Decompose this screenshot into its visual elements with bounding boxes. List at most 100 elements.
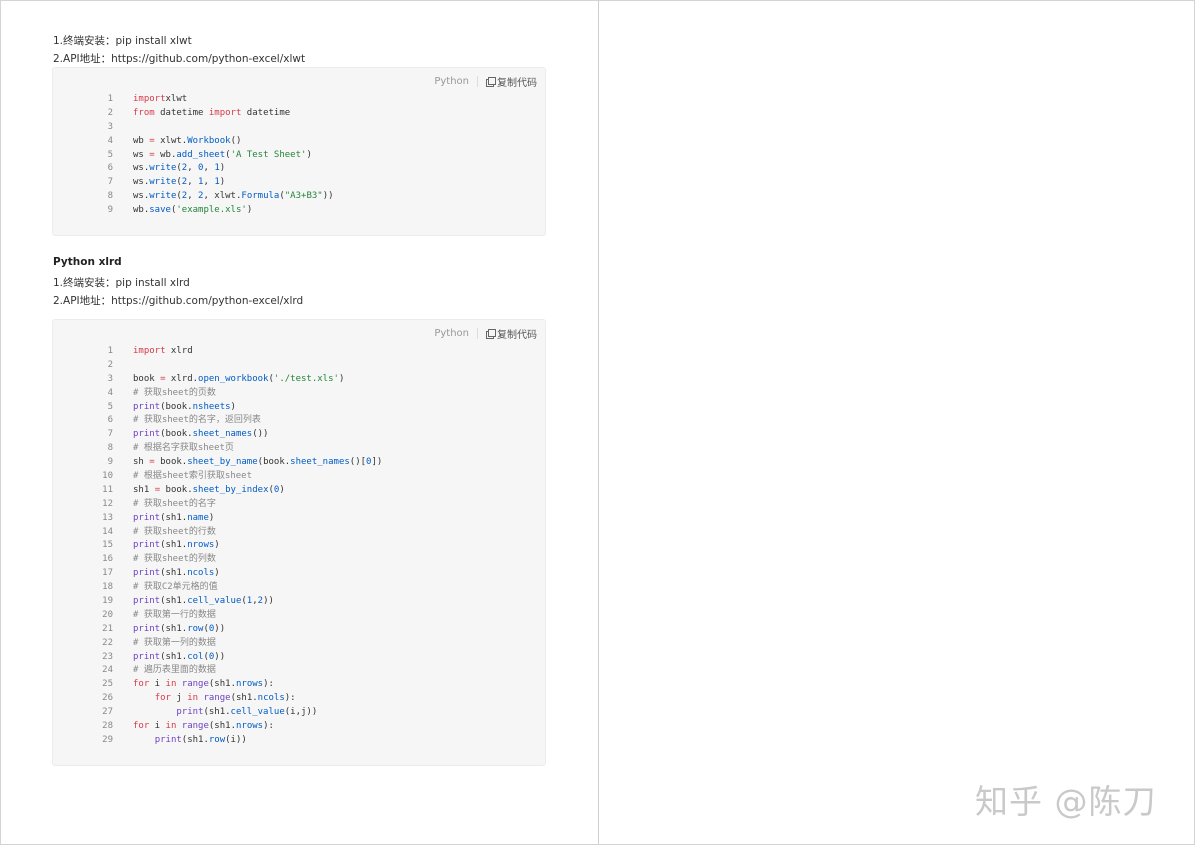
line-number: 27 [102, 707, 113, 718]
code-token: 'A Test Sheet' [230, 149, 307, 160]
code-token: ws. [133, 163, 150, 174]
code-token: (sh1. [230, 693, 258, 704]
line-number: 21 [102, 623, 113, 634]
code-token: write [149, 177, 177, 188]
line-number: 16 [102, 554, 113, 565]
xlrd-code-block: Python 复制代码 1 import xlrd 2 3 book = xlrd.op… [52, 319, 546, 766]
code-text: # 获取sheet的列数 [133, 553, 216, 567]
code-token: print [133, 651, 161, 662]
code-line: 19 print(sh1.cell_value(1,2)) [53, 595, 382, 609]
code-token: (i,j)) [284, 707, 318, 718]
code-token: nrows [187, 540, 215, 551]
xlrd-api-text: 2.API地址：https://github.com/python-excel/… [53, 295, 304, 307]
code-token: ws. [133, 177, 150, 188]
code-token: )) [322, 191, 334, 202]
code-line: 15 print(sh1.nrows) [53, 539, 382, 553]
code-token: "A3+B3" [284, 191, 323, 202]
code-token: ) [214, 540, 220, 551]
code-token: )) [214, 623, 226, 634]
xlwt-code-block: Python 复制代码 1 importxlwt 2 from datetime im… [52, 67, 546, 236]
code-token: print [133, 568, 161, 579]
code-line: 1 importxlwt [53, 93, 334, 107]
code-token: (sh1. [203, 707, 231, 718]
code-text: print(book.nsheets) [133, 401, 236, 415]
code-token: (sh1. [160, 512, 188, 523]
line-number: 13 [102, 512, 113, 523]
line-number: 6 [107, 415, 113, 426]
code-token: datetime [154, 107, 209, 118]
code-header: Python 复制代码 [434, 74, 537, 89]
code-token: from [133, 107, 155, 118]
code-token: # 遍历表里面的数据 [133, 665, 216, 676]
code-token: ncols [187, 568, 215, 579]
code-text: # 获取sheet的页数 [133, 387, 216, 401]
code-line: 17 print(sh1.ncols) [53, 567, 382, 581]
code-token: )) [214, 651, 226, 662]
code-line: 1 import xlrd [53, 345, 382, 359]
code-text: ws.write(2, 1, 1) [133, 176, 225, 190]
code-token: (sh1. [160, 651, 188, 662]
code-token: import [208, 107, 242, 118]
code-token: ()) [252, 429, 269, 440]
code-text: # 获取第一行的数据 [133, 609, 216, 623]
code-text: ws = wb.add_sheet('A Test Sheet') [133, 149, 312, 163]
code-token: ) [219, 177, 226, 188]
copy-code-button[interactable]: 复制代码 [486, 326, 537, 341]
code-token: print [133, 401, 161, 412]
code-token: (sh1. [160, 540, 188, 551]
line-number: 2 [107, 359, 113, 370]
code-line: 8 ws.write(2, 2, xlwt.Formula("A3+B3")) [53, 190, 334, 204]
code-token: book. [154, 457, 188, 468]
code-token: for [133, 721, 150, 732]
code-token: # 获取sheet的行数 [133, 526, 216, 537]
code-token: # 获取第一行的数据 [133, 609, 216, 620]
code-text: import xlrd [133, 345, 193, 359]
code-line: 8 # 根据名字获取sheet页 [53, 442, 382, 456]
code-token: () [230, 135, 242, 146]
code-token: ): [263, 679, 274, 690]
code-token: open_workbook [198, 373, 269, 384]
code-text: print(sh1.ncols) [133, 567, 220, 581]
code-line: 20 # 获取第一行的数据 [53, 609, 382, 623]
page-divider [598, 1, 599, 844]
code-token: 'example.xls' [176, 205, 247, 216]
code-token: cell_value [230, 707, 285, 718]
copy-code-button[interactable]: 复制代码 [486, 74, 537, 89]
code-token: ) [214, 568, 220, 579]
code-token: in [165, 679, 177, 690]
code-line: 22 # 获取第一列的数据 [53, 637, 382, 651]
code-line: 2 [53, 359, 382, 373]
code-token: (book. [160, 401, 193, 412]
code-token: , [187, 163, 199, 174]
code-token: ncols [257, 693, 285, 704]
code-token: (sh1. [160, 623, 188, 634]
code-token: (sh1. [208, 721, 236, 732]
code-line: 13 print(sh1.name) [53, 512, 382, 526]
code-token: ) [306, 149, 312, 160]
code-token: print [176, 707, 204, 718]
code-token: wb. [133, 205, 150, 216]
code-token: ) [279, 484, 285, 495]
code-text: for j in range(sh1.ncols): [133, 692, 296, 706]
code-text: from datetime import datetime [133, 107, 290, 121]
code-token: name [187, 512, 209, 523]
code-text: ws.write(2, 2, xlwt.Formula("A3+B3")) [133, 190, 334, 204]
code-token: i [149, 679, 166, 690]
code-text: print(sh1.row(0)) [133, 623, 225, 637]
line-number: 25 [102, 679, 113, 690]
code-text: book = xlrd.open_workbook('./test.xls') [133, 373, 344, 387]
line-number: 19 [102, 596, 113, 607]
line-number: 18 [102, 582, 113, 593]
line-number: 15 [102, 540, 113, 551]
code-token: (book. [160, 429, 193, 440]
line-number: 7 [107, 429, 113, 440]
code-line: 3 [53, 121, 334, 135]
code-header: Python 复制代码 [434, 326, 537, 341]
line-number: 26 [102, 693, 113, 704]
code-token: print [133, 623, 161, 634]
code-text: print(sh1.cell_value(i,j)) [133, 706, 317, 720]
xlrd-code: 1 import xlrd 2 3 book = xlrd.open_workbook(… [53, 345, 382, 748]
copy-code-label: 复制代码 [497, 78, 537, 89]
code-token: (sh1. [208, 679, 236, 690]
code-token: ) [208, 512, 215, 523]
